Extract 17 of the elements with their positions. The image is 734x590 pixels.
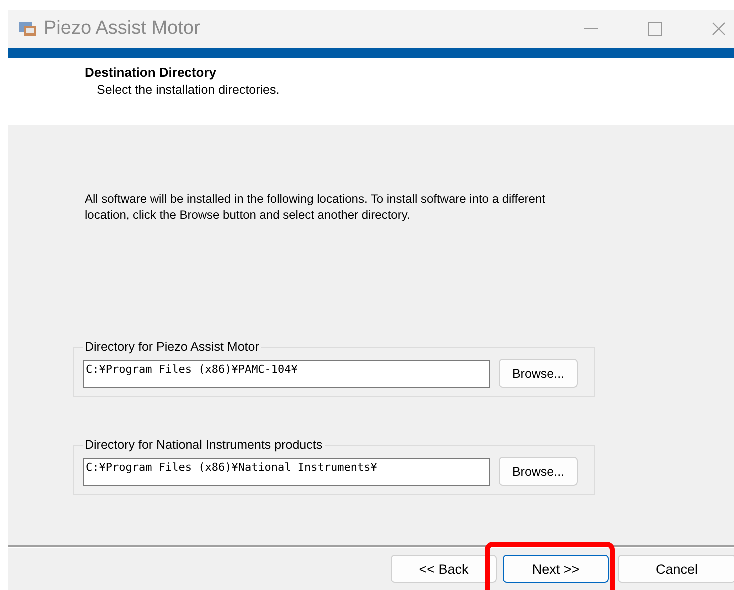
group-label: Directory for National Instruments products (84, 438, 324, 452)
app-icon (18, 20, 38, 38)
dialog-button[interactable]: Next >> (503, 555, 609, 583)
header-title: Destination Directory (85, 65, 216, 80)
dialog-button[interactable]: << Back (391, 555, 497, 583)
window-title: Piezo Assist Motor (44, 18, 202, 40)
minimize-icon[interactable] (584, 28, 598, 30)
close-icon[interactable] (712, 22, 726, 36)
group-label: Directory for Piezo Assist Motor (84, 340, 260, 354)
directory-field[interactable]: C:¥Program Files (x86)¥PAMC-104¥ (83, 360, 490, 388)
header-subtitle: Select the installation directories. (97, 83, 280, 97)
directory-field[interactable]: C:¥Program Files (x86)¥National Instruments¥ (83, 458, 490, 486)
browse-button[interactable]: Browse... (499, 457, 578, 486)
browse-button[interactable]: Browse... (499, 359, 578, 388)
description-text: All software will be installed in the following locations. To install software into a different location, click the Browse button and select another directory. (85, 191, 546, 223)
dialog-button[interactable]: Cancel (618, 555, 734, 583)
maximize-icon[interactable] (648, 22, 662, 36)
